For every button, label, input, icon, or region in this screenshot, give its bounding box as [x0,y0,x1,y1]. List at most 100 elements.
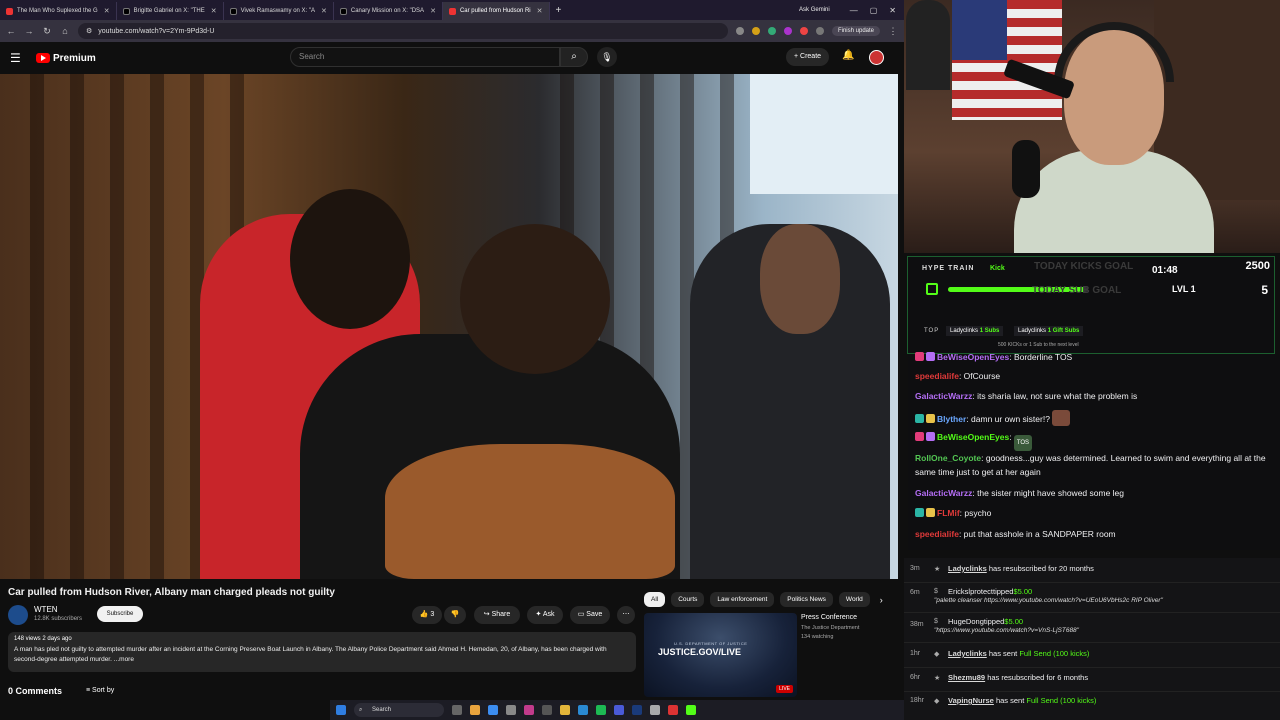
extension-icon[interactable] [799,27,808,35]
browser-tab-active[interactable]: Car pulled from Hudson Ri ✕ [442,2,550,20]
chat-username[interactable]: speedialife [915,529,959,539]
extension-icon[interactable] [783,27,792,35]
chip-world[interactable]: World [838,592,870,607]
new-tab-button[interactable]: + [550,5,568,16]
ask-gemini-button[interactable]: Ask Gemini [799,7,830,13]
alert-item: 38m $ HugeDongtipped$5.00 "https://www.y… [904,613,1280,641]
close-tab-icon[interactable]: ✕ [211,7,217,15]
browser-tab[interactable]: Canary Mission on X: "DSA ✕ [334,2,443,20]
dislike-button[interactable]: 👎 [444,606,466,624]
chat-username[interactable]: GalacticWarzz [915,488,972,498]
forward-icon[interactable]: → [24,26,34,36]
subscribe-button[interactable]: Subscribe [97,606,143,622]
channel-avatar[interactable] [8,605,28,625]
app-icon[interactable] [524,705,534,715]
profile-icon[interactable] [815,27,824,35]
alert-user[interactable]: Ladyclinks [948,564,987,573]
chat-username[interactable]: BeWiseOpenEyes [937,352,1009,362]
views-and-date: 148 views 2 days ago [14,636,72,642]
close-tab-icon[interactable]: ✕ [537,7,543,15]
reload-icon[interactable]: ↻ [42,26,52,37]
alert-user[interactable]: VapingNurse [948,696,994,705]
finish-update-button[interactable]: Finish update [831,26,880,36]
share-button[interactable]: ↪ Share [474,606,520,624]
maximize-icon[interactable]: ▢ [870,6,878,15]
spotify-icon[interactable] [596,705,606,715]
chip-law-enforcement[interactable]: Law enforcement [710,592,775,607]
minimize-icon[interactable]: — [850,6,858,15]
youtube-logo[interactable]: Premium [36,53,96,64]
bookmark-icon: ▭ [577,611,587,618]
recommended-video-watching: 134 watching [801,634,834,640]
save-button[interactable]: ▭ Save [570,606,610,624]
chat-username[interactable]: speedialife [915,371,959,381]
alert-user[interactable]: HugeDongtipped [948,617,1004,626]
search-button[interactable]: ⌕ [560,47,588,67]
url-bar[interactable]: ⚙ youtube.com/watch?v=2Ym-9Pd3d-U [78,23,728,39]
chat-username[interactable]: Blyther [937,414,966,424]
recommended-video-channel[interactable]: The Justice Department [801,625,859,631]
create-button[interactable]: + Create [786,48,830,66]
description-text: A man has pled not guilty to attempted m… [14,645,630,665]
browser-tab[interactable]: The Man Who Suplexed the G ✕ [0,2,117,20]
notifications-bell-icon[interactable]: 🔔 [842,50,854,61]
taskbar-search[interactable]: ⌕ Search [354,703,444,717]
file-explorer-icon[interactable] [560,705,570,715]
chip-courts[interactable]: Courts [671,592,705,607]
task-view-icon[interactable] [452,705,462,715]
chip-politics-news[interactable]: Politics News [780,592,833,607]
close-window-icon[interactable]: ✕ [889,6,896,15]
user-avatar[interactable] [869,50,884,65]
video-player[interactable] [0,74,898,579]
chat-username[interactable]: GalacticWarzz [915,391,972,401]
browser-menu-icon[interactable]: ⋮ [888,26,898,37]
back-icon[interactable]: ← [6,26,16,36]
description-box[interactable]: 148 views 2 days ago A man has pled not … [8,632,636,672]
chat-username[interactable]: FLMif [937,508,960,518]
hamburger-menu-icon[interactable]: ☰ [10,51,26,65]
browser-tab[interactable]: Brigitte Gabriel on X: "THE ✕ [117,2,224,20]
close-tab-icon[interactable]: ✕ [321,7,327,15]
close-tab-icon[interactable]: ✕ [430,7,436,15]
sort-comments-button[interactable]: ≡ Sort by [86,687,114,694]
recommended-video-title[interactable]: Press Conference [801,614,857,621]
app-icon[interactable] [614,705,624,715]
tip-amount: $5.00 [1013,587,1033,596]
start-icon[interactable] [336,705,346,715]
chrome-icon[interactable] [488,705,498,715]
alert-user[interactable]: Shezmu89 [948,673,985,682]
recommended-video-thumbnail[interactable]: U.S. DEPARTMENT OF JUSTICE JUSTICE.GOV/L… [644,613,797,697]
app-icon[interactable] [542,705,552,715]
chat-username[interactable]: RollOne_Coyote [915,453,981,463]
chat-username[interactable]: BeWiseOpenEyes [937,432,1009,442]
address-bar-row: ← → ↻ ⌂ ⚙ youtube.com/watch?v=2Ym-9Pd3d-… [0,20,904,42]
search-input[interactable]: Search [290,47,560,67]
channel-name[interactable]: WTEN [34,605,58,614]
x-favicon-icon [229,7,237,15]
app-icon[interactable] [632,705,642,715]
chevron-right-icon[interactable]: › [876,595,887,605]
browser-tab[interactable]: Vivek Ramaswamy on X: "A ✕ [224,2,334,20]
chip-all[interactable]: All [644,592,666,607]
extension-icon[interactable] [751,27,760,35]
webcam-cutout-figure [906,0,950,90]
ask-button[interactable]: ✦ Ask [527,606,563,624]
like-button[interactable]: 👍 3 [412,606,442,624]
app-icon[interactable] [668,705,678,715]
alert-text: has sent [995,696,1025,705]
kick-icon[interactable] [686,705,696,715]
alert-user[interactable]: Ladyclinks [948,649,987,658]
site-info-icon[interactable]: ⚙ [86,27,92,35]
home-icon[interactable]: ⌂ [60,26,70,36]
voice-search-button[interactable]: 🎙 [597,47,617,67]
app-icon[interactable] [650,705,660,715]
extension-icon[interactable] [735,27,744,35]
app-icon[interactable] [578,705,588,715]
close-tab-icon[interactable]: ✕ [104,7,110,15]
show-more-link[interactable]: ...more [114,656,134,663]
more-actions-button[interactable]: ⋯ [617,606,635,624]
app-icon[interactable] [470,705,480,715]
extension-icon[interactable] [767,27,776,35]
app-icon[interactable] [506,705,516,715]
alert-user[interactable]: Erickslprotect [948,587,993,596]
